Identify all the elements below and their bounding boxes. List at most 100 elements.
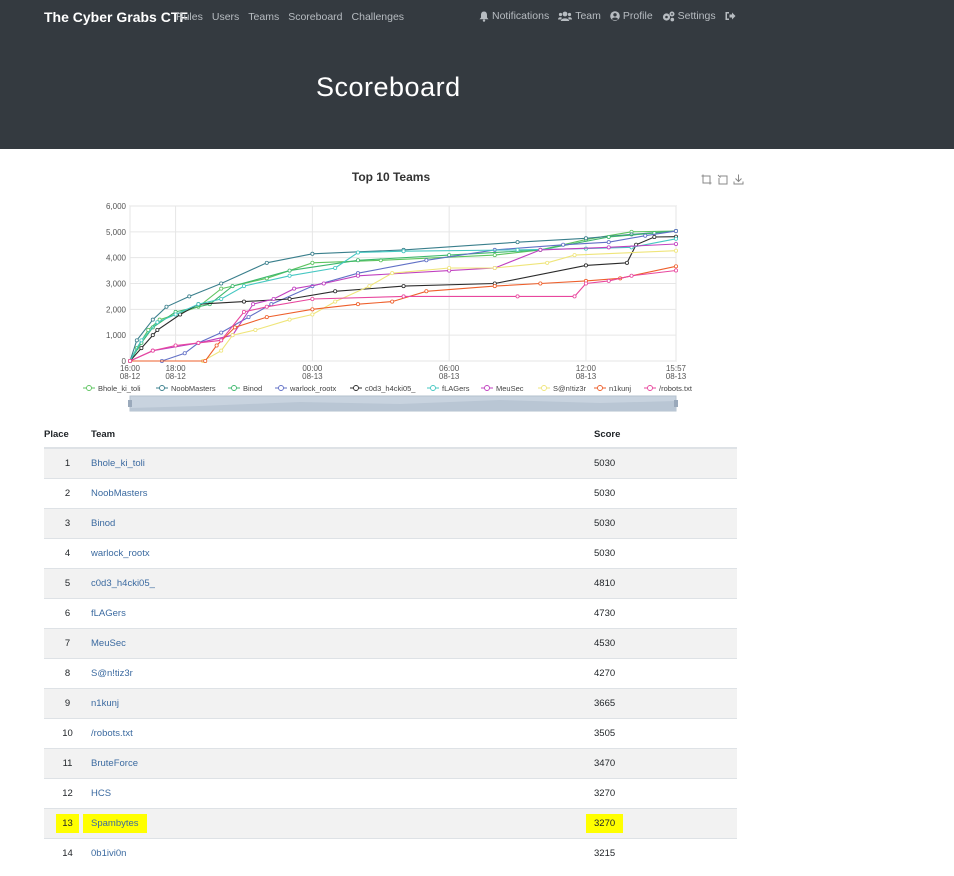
slider-handle-left [128,400,132,407]
zoom-reset-icon[interactable] [717,172,728,185]
data-point [219,330,224,335]
brand-link[interactable]: The Cyber Grabs CTF [44,9,188,25]
data-point [572,294,577,299]
team-cell: Binod [91,508,594,539]
data-point [652,235,657,240]
data-point [572,253,577,258]
data-point [264,304,269,309]
data-point [232,325,237,330]
notifications-link[interactable]: Notifications [479,10,549,22]
logout-link[interactable] [725,11,736,21]
datazoom-slider [128,395,678,412]
team-link[interactable]: BruteForce [91,758,138,769]
data-point [606,240,611,245]
team-cell: HCS [91,778,594,809]
data-point [447,266,452,271]
data-point [150,317,155,322]
chart-series [127,229,679,363]
data-point [196,302,201,307]
nav-challenges-link[interactable]: Challenges [352,11,405,23]
series-line [129,269,677,362]
data-point [150,348,155,353]
data-point [367,284,372,289]
data-point [187,294,192,299]
data-point [155,320,160,325]
team-cell: fLAGers [91,598,594,629]
legend-marker [278,385,284,391]
data-point [203,358,208,363]
team-link[interactable]: c0d3_h4cki05_ [91,578,155,589]
table-row: 6 fLAGers 4730 [44,598,737,629]
download-icon[interactable] [733,172,744,185]
data-point [139,338,144,343]
team-link[interactable]: warlock_rootx [91,548,150,559]
x-tick-date: 08-13 [302,372,323,381]
profile-link[interactable]: Profile [610,10,653,22]
data-point [643,233,648,238]
data-point [219,348,224,353]
nav-users-link[interactable]: Users [212,11,239,23]
nav-scoreboard-link[interactable]: Scoreboard [288,11,342,23]
team-link[interactable]: Spambytes [83,814,147,833]
legend-label: NoobMasters [171,384,216,393]
team-link[interactable]: S@n!tiz3r [91,668,133,679]
data-point [401,294,406,299]
score-cell: 5030 [594,447,737,479]
team-link[interactable]: n1kunj [91,698,119,709]
table-row: 8 S@n!tiz3r 4270 [44,658,737,689]
score-value: 5030 [594,458,616,469]
nav-teams-link[interactable]: Teams [248,11,279,23]
place-value: 13 [56,814,79,833]
place-value: 3 [64,518,71,529]
notifications-label: Notifications [492,10,550,22]
data-point [492,284,497,289]
place-value: 14 [62,848,73,859]
bell-icon [479,11,489,22]
team-link[interactable]: Binod [91,518,115,529]
table-row: 4 warlock_rootx 5030 [44,538,737,569]
data-point [545,260,550,265]
team-link[interactable]: 0b1ivi0n [91,848,126,859]
score-cell: 3270 [594,778,737,809]
score-cell: 4730 [594,598,737,629]
data-point [310,307,315,312]
y-tick-label: 5,000 [106,228,127,237]
team-cell: c0d3_h4cki05_ [91,568,594,599]
place-cell: 12 [44,778,91,809]
settings-label: Settings [677,10,716,22]
place-value: 7 [64,638,71,649]
nav-rules-link[interactable]: Rules [176,11,203,23]
team-link[interactable]: fLAGers [91,608,126,619]
y-tick-label: 6,000 [106,202,127,211]
score-value: 3270 [586,814,624,833]
data-point [674,268,679,273]
top-navbar: The Cyber Grabs CTF Rules Users Teams Sc… [0,0,954,149]
data-point [264,315,269,320]
team-link[interactable]: /robots.txt [91,728,133,739]
team-link[interactable]: HCS [91,788,111,799]
team-link[interactable]: MeuSec [91,638,126,649]
y-tick-label: 3,000 [106,280,127,289]
place-value: 8 [64,668,71,679]
data-point [674,241,679,246]
team-cell: Spambytes [83,808,594,839]
data-point [292,286,297,291]
score-cell: 3505 [594,718,737,749]
legend-label: /robots.txt [659,384,693,393]
data-point [401,284,406,289]
table-row: 12 HCS 3270 [44,778,737,809]
data-point [173,312,178,317]
team-link[interactable]: Bhole_ki_toli [91,458,145,469]
data-point [624,260,629,265]
settings-link[interactable]: Settings [662,10,716,22]
place-value: 9 [64,698,71,709]
place-value: 1 [64,458,71,469]
data-point [333,289,338,294]
score-cell: 3470 [594,748,737,779]
zoom-icon[interactable] [701,172,712,185]
team-link[interactable]: NoobMasters [91,488,148,499]
cogs-icon [662,11,675,21]
place-cell: 1 [44,447,91,479]
data-point [583,236,588,241]
team-link[interactable]: Team [558,10,601,22]
